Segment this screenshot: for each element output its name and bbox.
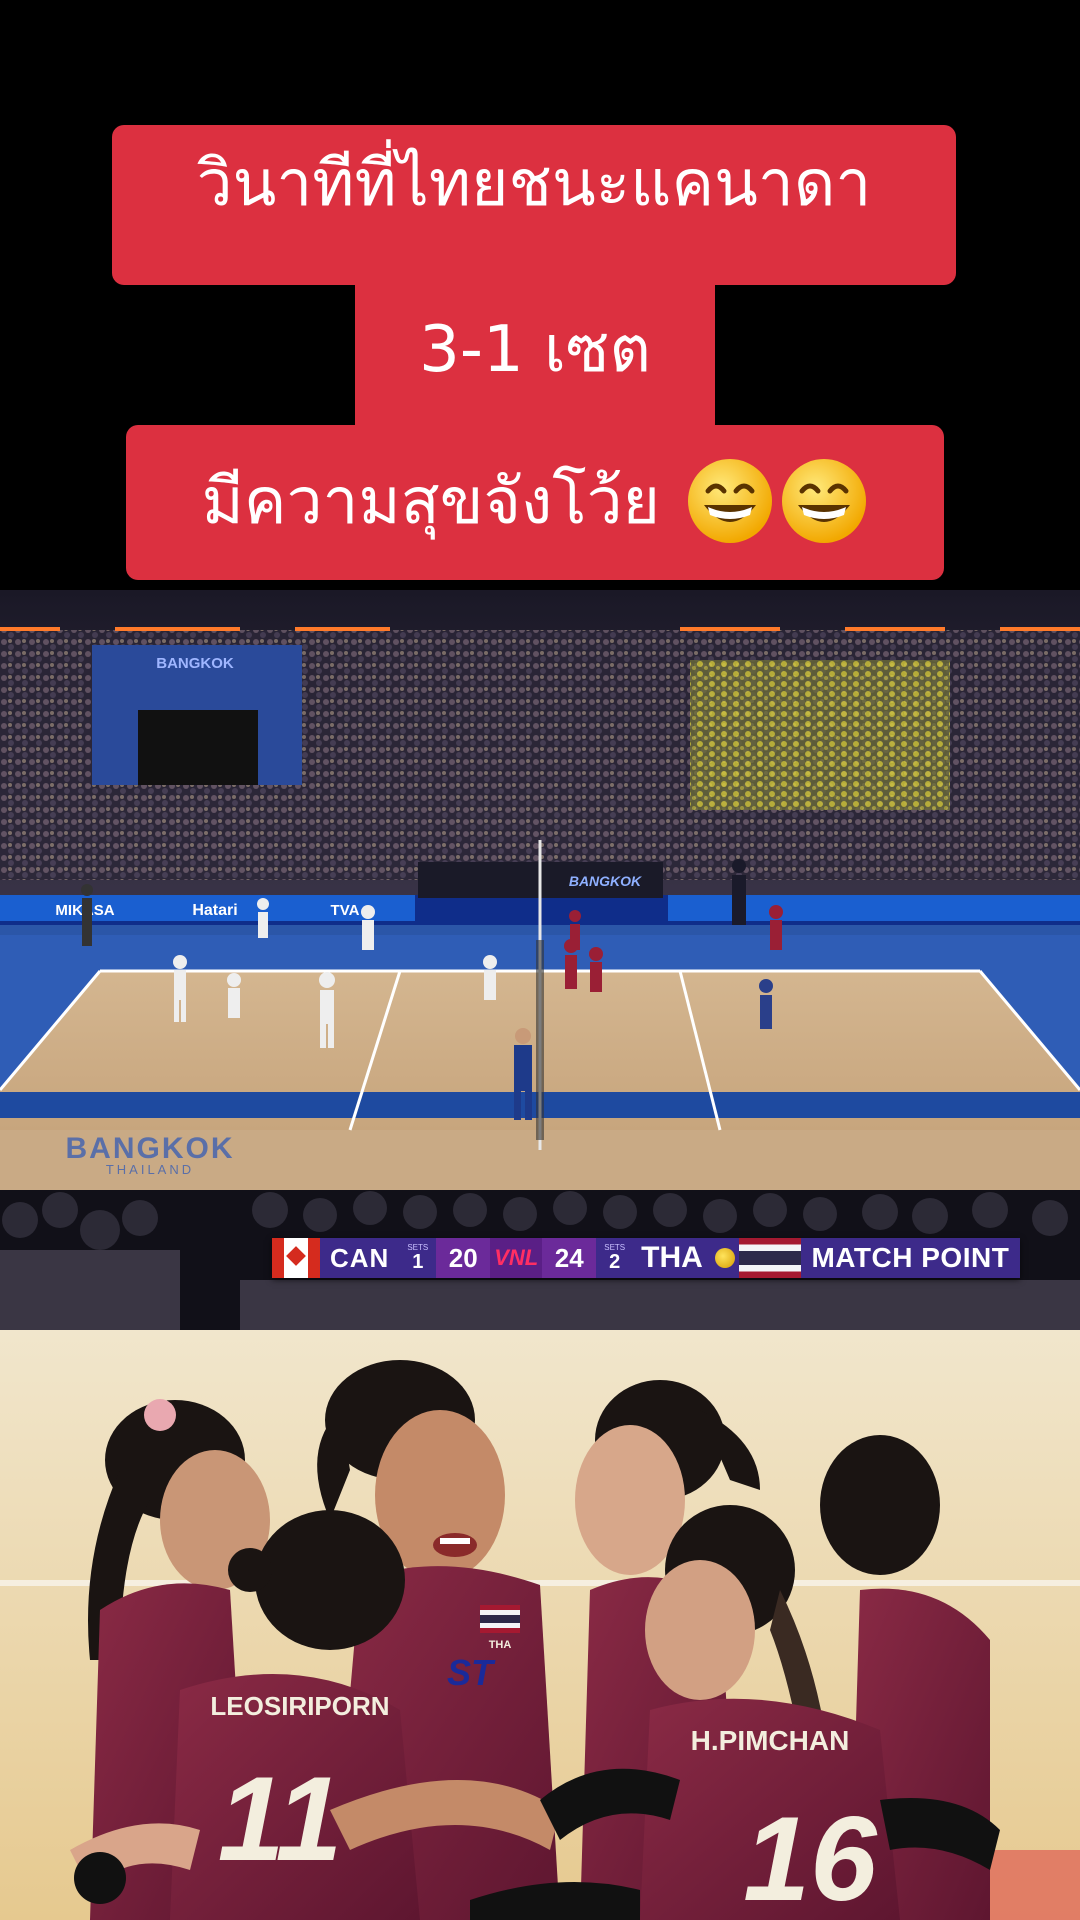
ad-board-3: TVA (331, 902, 360, 919)
jersey-name-left: LEOSIRIPORN (210, 1691, 389, 1721)
chest-text: THA (489, 1639, 512, 1651)
caption-text-1: วินาทีที่ไทยชนะแคนาดา (196, 147, 872, 221)
canada-flag-icon (272, 1238, 320, 1278)
court-logo-text: BANGKOK (66, 1132, 235, 1165)
arena-scene: BANGKOK MIKASA Hatari TVA BANGKOK BANGKO… (0, 590, 1080, 1330)
court-logo-subtext: THAILAND (106, 1162, 194, 1177)
sponsor-text: ST (447, 1652, 496, 1693)
match-status: MATCH POINT (800, 1238, 1020, 1278)
grinning-face-emoji-icon (688, 458, 773, 543)
ad-board-2: Hatari (192, 902, 237, 919)
caption-line-3: มีความสุขจังโว้ย (126, 425, 944, 580)
team1-sets-value: 1 (412, 1251, 424, 1273)
caption-text-2: 3-1 เซต (419, 313, 651, 387)
serve-ball-icon (710, 1238, 739, 1278)
caption-text-3: มีความสุขจังโว้ย (202, 450, 869, 552)
jersey-number-left: 11 (218, 1752, 343, 1886)
caption-line-2: 3-1 เซต (355, 275, 715, 435)
jersey-number-right: 16 (743, 1792, 878, 1920)
celebration-scene: THA ST LEOSIRIPORN 11 H.PIMCHAN 16 (0, 1330, 1080, 1920)
arena-banner-text: BANGKOK (156, 655, 234, 672)
scoreboard: CAN SETS 1 20 VNL 24 SETS 2 THA MATCH PO… (272, 1238, 1020, 1278)
team2-name: THA (633, 1238, 711, 1278)
caption-area: 3-1 เซต วินาทีที่ไทยชนะแคนาดา มีความสุขจ… (0, 0, 1080, 590)
team2-sets-value: 2 (609, 1251, 621, 1273)
caption-text-3-words: มีความสุขจังโว้ย (201, 464, 661, 539)
team2-sets: SETS 2 (596, 1238, 634, 1278)
team-celebration-photo: THA ST LEOSIRIPORN 11 H.PIMCHAN 16 (0, 1330, 1080, 1920)
team1-sets: SETS 1 (399, 1238, 437, 1278)
caption-line-1: วินาทีที่ไทยชนะแคนาดา (112, 125, 956, 285)
team1-score: 20 (436, 1238, 491, 1278)
jersey-name-right: H.PIMCHAN (691, 1725, 850, 1756)
team1-name: CAN (320, 1238, 400, 1278)
team2-score: 24 (542, 1238, 597, 1278)
thailand-flag-icon (738, 1238, 801, 1278)
match-broadcast-frame: BANGKOK MIKASA Hatari TVA BANGKOK BANGKO… (0, 590, 1080, 1330)
grinning-face-emoji-icon (782, 458, 867, 543)
vnl-logo: VNL (490, 1238, 543, 1278)
center-board-text: BANGKOK (569, 873, 642, 889)
